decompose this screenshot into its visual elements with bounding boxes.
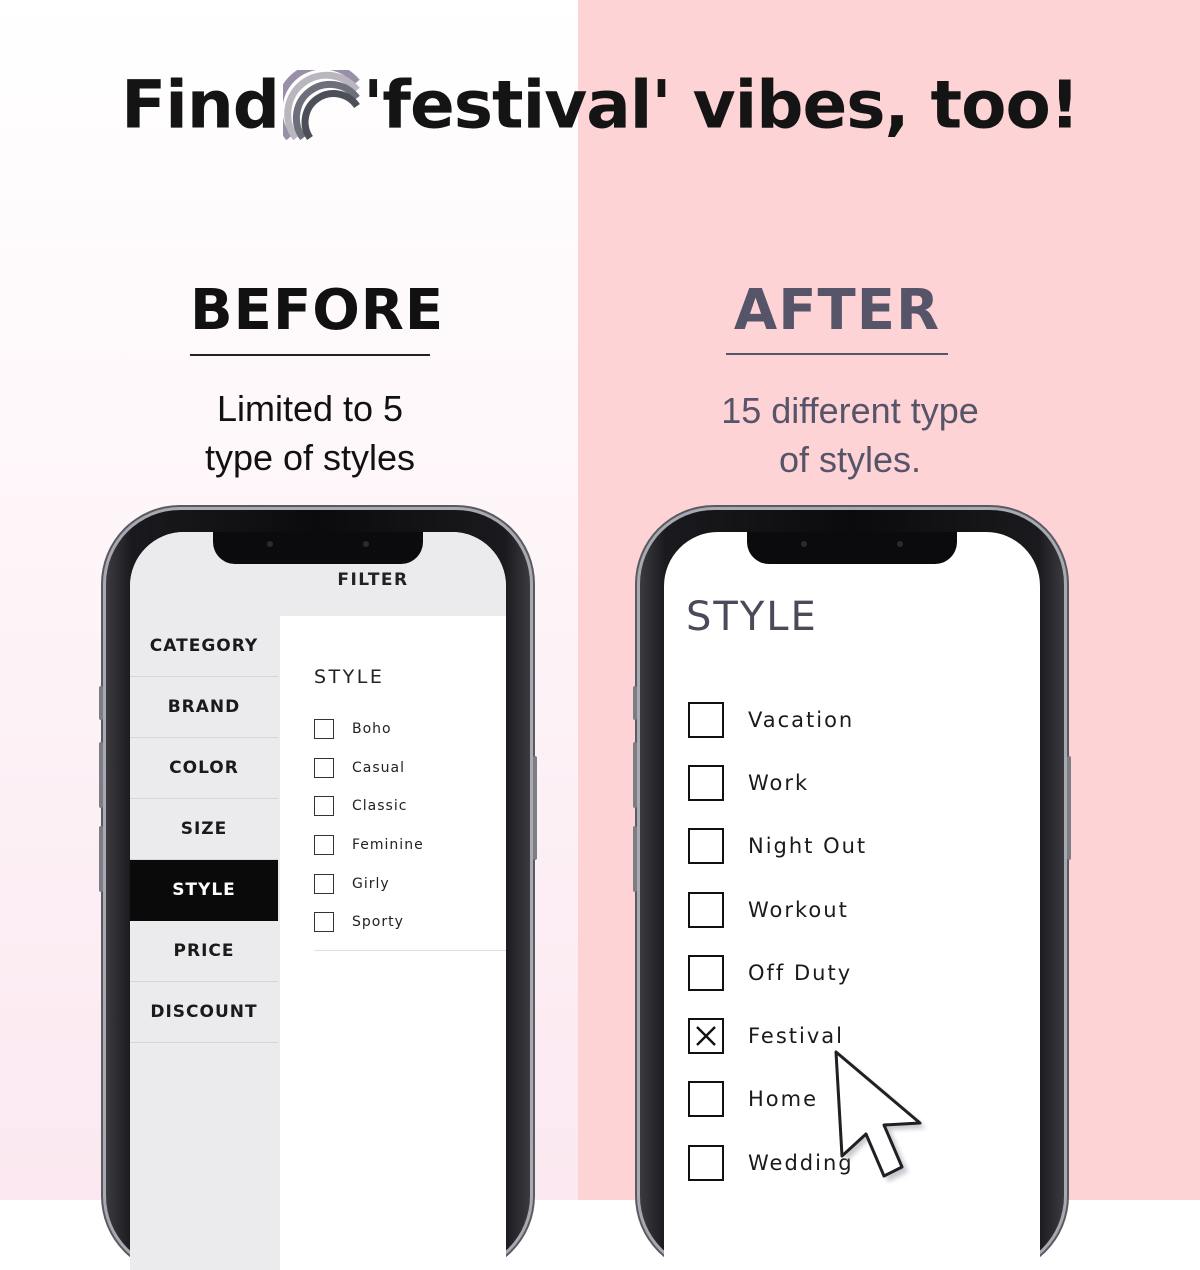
option-label: Feminine	[352, 837, 424, 854]
option-label: Classic	[352, 798, 408, 815]
phone-notch	[213, 532, 423, 564]
style-panel-title: STYLE	[686, 594, 818, 640]
check-x-icon	[696, 1026, 716, 1046]
checkbox[interactable]	[314, 873, 334, 894]
checkbox[interactable]	[688, 828, 724, 865]
style-option-night-out[interactable]: Night Out	[688, 815, 867, 878]
filter-title: FILTER	[337, 570, 409, 590]
headline-part-2: 'festival' vibes, too!	[363, 66, 1080, 144]
style-option-casual[interactable]: Casual	[314, 749, 424, 788]
after-subtitle-line-2: of styles.	[778, 439, 922, 480]
mouse-pointer-icon	[834, 1050, 926, 1182]
style-option-workout[interactable]: Workout	[688, 878, 867, 941]
option-label: Vacation	[748, 707, 855, 732]
phone-power-button	[1067, 756, 1071, 860]
checkbox[interactable]	[688, 954, 724, 991]
before-subtitle: Limited to 5 type of styles	[150, 384, 470, 482]
option-label: Casual	[352, 759, 405, 776]
checkbox[interactable]	[314, 757, 334, 778]
phone-volume-up-button	[99, 742, 103, 808]
sidebar-item-style[interactable]: STYLE	[130, 860, 278, 921]
style-option-feminine[interactable]: Feminine	[314, 826, 424, 865]
option-label: Night Out	[748, 834, 868, 859]
phone-volume-down-button	[633, 826, 637, 892]
sidebar-item-price[interactable]: PRICE	[130, 921, 278, 982]
style-option-list: Boho Casual Classic Feminine Girly Sport…	[314, 710, 424, 942]
style-panel-title: STYLE	[314, 666, 385, 688]
style-option-work[interactable]: Work	[688, 751, 867, 814]
option-label: Off Duty	[748, 960, 853, 985]
phone-before-screen: FILTER CATEGORY BRAND COLOR SIZE STYLE P…	[130, 532, 506, 1270]
style-option-vacation[interactable]: Vacation	[688, 688, 867, 751]
checkbox[interactable]	[688, 1144, 724, 1181]
sidebar-item-discount[interactable]: DISCOUNT	[130, 982, 278, 1043]
after-divider	[726, 353, 948, 355]
phone-before: FILTER CATEGORY BRAND COLOR SIZE STYLE P…	[99, 510, 537, 1270]
option-label: Sporty	[352, 914, 404, 931]
option-label: Workout	[748, 897, 849, 922]
checkbox[interactable]	[314, 796, 334, 817]
checkbox[interactable]	[314, 912, 334, 933]
sidebar-item-color[interactable]: COLOR	[130, 738, 278, 799]
headline: Find 'festival' vibes, too!	[0, 62, 1200, 143]
phone-volume-up-button	[633, 742, 637, 808]
option-label: Home	[748, 1087, 819, 1112]
panel-divider	[314, 950, 506, 951]
option-label: Girly	[352, 875, 390, 892]
style-option-girly[interactable]: Girly	[314, 864, 424, 903]
phone-side-button	[99, 686, 103, 720]
before-divider	[190, 354, 430, 356]
phone-volume-down-button	[99, 826, 103, 892]
before-subtitle-line-2: type of styles	[204, 437, 416, 478]
sidebar-item-size[interactable]: SIZE	[130, 799, 278, 860]
phone-side-button	[633, 686, 637, 720]
checkbox-checked[interactable]	[688, 1018, 724, 1055]
rainbow-icon	[283, 69, 360, 140]
after-title: AFTER	[733, 278, 941, 343]
checkbox[interactable]	[688, 891, 724, 928]
option-label: Boho	[352, 721, 392, 738]
before-subtitle-line-1: Limited to 5	[216, 388, 404, 429]
phone-notch	[747, 532, 957, 564]
filter-sidebar: CATEGORY BRAND COLOR SIZE STYLE PRICE DI…	[130, 616, 280, 1270]
style-option-classic[interactable]: Classic	[314, 787, 424, 826]
style-filter-panel: STYLE Boho Casual Classic Feminine Girly…	[282, 616, 506, 1270]
headline-part-1: Find	[121, 66, 280, 144]
checkbox[interactable]	[688, 1081, 724, 1118]
checkbox[interactable]	[688, 701, 724, 738]
checkbox[interactable]	[314, 719, 334, 740]
phone-power-button	[533, 756, 537, 860]
style-option-off-duty[interactable]: Off Duty	[688, 941, 867, 1004]
sidebar-item-category[interactable]: CATEGORY	[130, 616, 278, 677]
sidebar-item-brand[interactable]: BRAND	[130, 677, 278, 738]
style-option-sporty[interactable]: Sporty	[314, 903, 424, 942]
style-option-boho[interactable]: Boho	[314, 710, 424, 749]
option-label: Work	[748, 770, 810, 795]
checkbox[interactable]	[314, 835, 334, 856]
after-subtitle: 15 different type of styles.	[660, 386, 1040, 484]
checkbox[interactable]	[688, 764, 724, 801]
before-title: BEFORE	[190, 278, 445, 343]
after-subtitle-line-1: 15 different type	[721, 390, 979, 431]
